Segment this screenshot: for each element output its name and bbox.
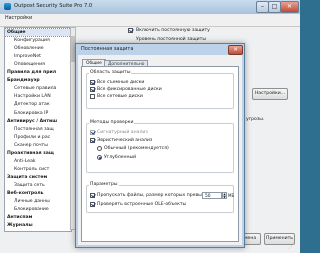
tree-item[interactable]: Контроль сист bbox=[5, 166, 71, 173]
fixed-drives-checkbox[interactable] bbox=[90, 87, 95, 92]
menu-settings[interactable]: Настройки bbox=[5, 16, 32, 21]
file-size-input[interactable]: 50 bbox=[202, 192, 222, 199]
resize-grip-icon[interactable]: ⋰ bbox=[288, 243, 294, 250]
window-title: Outpost Security Suite Pro 7.0 bbox=[14, 3, 93, 9]
protection-level-label: Уровень постоянной защиты bbox=[136, 37, 206, 42]
realtime-protection-dialog: Постоянная защита ✕ Общие Дополнительно … bbox=[75, 43, 245, 248]
tree-item[interactable]: Правила для прил bbox=[5, 69, 71, 76]
normal-mode-label: Обычный (рекомендуется) bbox=[104, 146, 169, 151]
tree-item[interactable]: Антиспам bbox=[5, 214, 71, 221]
scope-group-title: Область защиты bbox=[89, 70, 132, 75]
tree-item[interactable]: Личные данны bbox=[5, 198, 71, 205]
tree-item[interactable]: Проактивная защ bbox=[5, 150, 71, 157]
tree-item[interactable]: Общие bbox=[5, 28, 71, 37]
methods-group-title: Методы проверки bbox=[89, 120, 135, 125]
enable-realtime-checkbox[interactable] bbox=[128, 28, 133, 33]
tree-item[interactable]: Anti-Leak bbox=[5, 158, 71, 165]
tree-item[interactable]: Блокирование bbox=[5, 206, 71, 213]
tree-item[interactable]: Веб-контроль bbox=[5, 190, 71, 197]
menu-bar bbox=[0, 14, 300, 27]
app-logo-icon bbox=[4, 3, 11, 10]
settings-button[interactable]: Настройки... bbox=[252, 88, 288, 100]
tree-item[interactable]: Защита систем bbox=[5, 174, 71, 181]
tree-item[interactable]: Защита сеть bbox=[5, 182, 71, 189]
tree-item[interactable]: Сканер почты bbox=[5, 142, 71, 149]
skip-large-files-checkbox[interactable] bbox=[90, 193, 95, 198]
removable-drives-checkbox[interactable] bbox=[90, 80, 95, 85]
tree-item[interactable]: ImproveNet bbox=[5, 53, 71, 60]
network-drives-checkbox[interactable] bbox=[90, 94, 95, 99]
tree-item[interactable]: Журналы bbox=[5, 222, 71, 229]
tree-item[interactable]: Оповещения bbox=[5, 61, 71, 68]
settings-tree[interactable]: Общие Конфигурация Обновление ImproveNet Опо… bbox=[4, 27, 72, 232]
dialog-title: Постоянная защита bbox=[81, 46, 134, 52]
tree-item[interactable]: Сетевые правила bbox=[5, 85, 71, 92]
file-size-unit: МБ bbox=[228, 193, 235, 198]
signature-analysis-checkbox[interactable] bbox=[90, 130, 95, 135]
fixed-drives-label: Все фиксированные диски bbox=[97, 87, 162, 92]
ole-objects-label: Проверять встроенные OLE-объекты bbox=[97, 202, 187, 207]
signature-analysis-label: Сигнатурный анализ bbox=[97, 130, 148, 135]
tree-item[interactable]: Постоянная защ bbox=[5, 126, 71, 133]
tree-item[interactable]: Обновление bbox=[5, 45, 71, 52]
tab-panel-general: Область защиты Все съемные диски Все фик… bbox=[81, 66, 239, 242]
tree-item[interactable]: Профили и рас bbox=[5, 134, 71, 141]
dialog-body: Общие Дополнительно Область защиты Все с… bbox=[78, 55, 242, 245]
ole-objects-checkbox[interactable] bbox=[90, 202, 95, 207]
threats-text: угрозы. bbox=[246, 117, 265, 122]
dialog-close-button[interactable]: ✕ bbox=[228, 45, 243, 55]
params-group bbox=[86, 185, 234, 213]
tree-item[interactable]: Блокировка IP bbox=[5, 110, 71, 117]
file-size-spinner[interactable]: ▲ ▼ bbox=[222, 192, 227, 199]
deep-mode-label: Углубленный bbox=[104, 155, 137, 160]
enable-realtime-label: Включить постоянную защиту bbox=[136, 28, 210, 33]
heuristic-analysis-label: Эвристический анализ bbox=[97, 138, 153, 143]
tree-item[interactable]: Конфигурация bbox=[5, 37, 71, 44]
tree-item[interactable]: Детектор атак bbox=[5, 101, 71, 108]
deep-mode-radio[interactable] bbox=[97, 155, 102, 160]
normal-mode-radio[interactable] bbox=[97, 146, 102, 151]
tree-item[interactable]: Антивирус / Антиш bbox=[5, 118, 71, 125]
removable-drives-label: Все съемные диски bbox=[97, 80, 145, 85]
params-group-title: Параметры bbox=[89, 182, 119, 187]
tree-item[interactable]: Брандмауэр bbox=[5, 77, 71, 84]
close-window-button[interactable]: ✕ bbox=[280, 1, 299, 13]
heuristic-analysis-checkbox[interactable] bbox=[90, 138, 95, 143]
skip-large-files-label: Пропускать файлы, размер которых превыша… bbox=[97, 193, 216, 198]
tree-item[interactable]: Настройки LAN bbox=[5, 93, 71, 100]
network-drives-label: Все сетевые диски bbox=[97, 94, 143, 99]
